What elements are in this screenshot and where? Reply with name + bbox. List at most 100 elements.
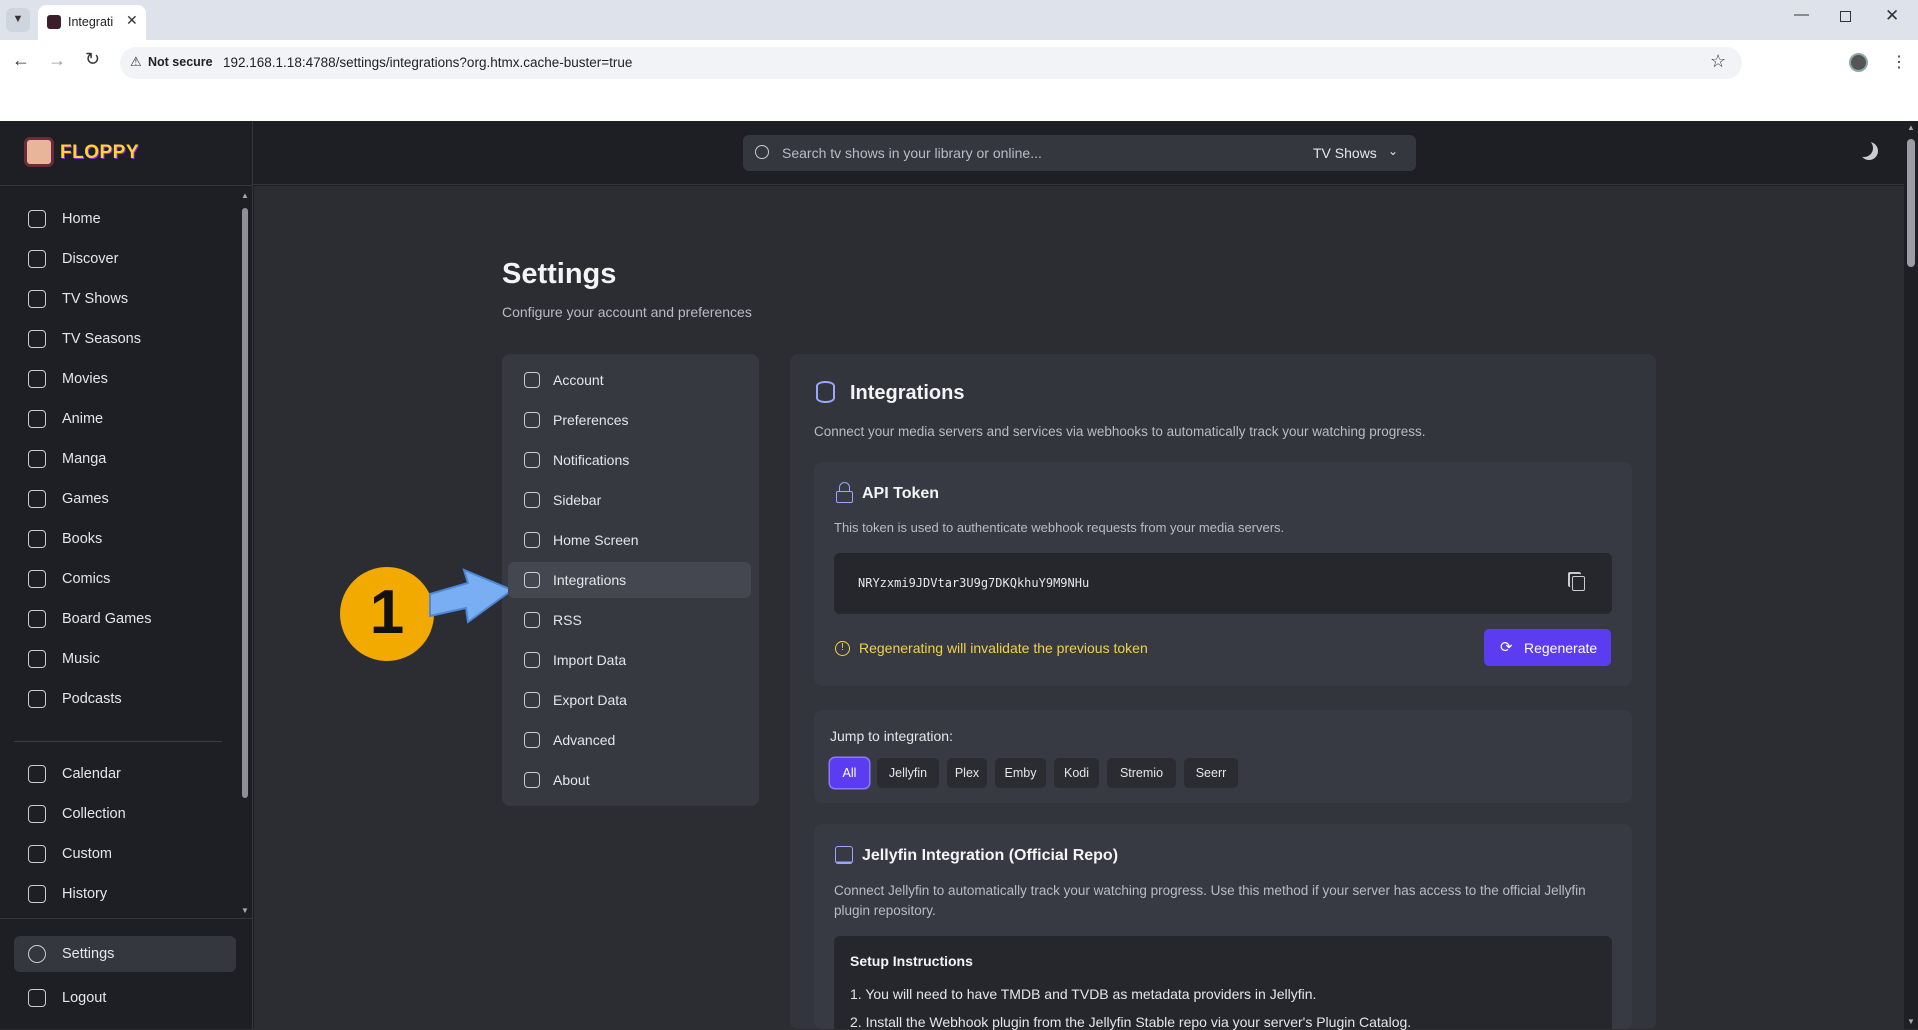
page-scrollbar[interactable]: ▲ ▼ [1904,121,1918,1029]
settings-nav-label: Account [553,372,604,388]
api-token-value[interactable]: NRYzxmi9JDVtar3U9g7DKQkhuY9M9NHu [858,576,1089,590]
tab-close-icon[interactable]: ✕ [126,12,138,29]
settings-nav-integrations[interactable]: Integrations [508,562,751,598]
sidebar-scrollbar[interactable]: ▲ ▼ [240,191,250,916]
search-input[interactable]: Search tv shows in your library or onlin… [782,145,1042,161]
settings-nav-rss[interactable]: RSS [508,602,751,638]
url-text[interactable]: 192.168.1.18:4788/settings/integrations?… [223,55,632,70]
setup-step-2: 2. Install the Webhook plugin from the J… [850,1014,1412,1030]
sidebar-item-label: Games [62,491,109,507]
history-icon [28,885,46,903]
scroll-thumb[interactable] [242,208,248,798]
sidebar-item-custom[interactable]: Custom [14,836,236,872]
close-window-button[interactable]: ✕ [1885,6,1899,26]
menu-kebab-icon[interactable]: ⋮ [1891,52,1907,72]
api-token-field[interactable]: NRYzxmi9JDVtar3U9g7DKQkhuY9M9NHu [834,553,1612,614]
reload-icon[interactable]: ↻ [85,49,100,70]
security-label[interactable]: Not secure [148,55,213,69]
sidebar-item-history[interactable]: History [14,876,236,912]
jump-chip-stremio[interactable]: Stremio [1107,758,1176,788]
settings-nav-import-data[interactable]: Import Data [508,642,751,678]
regenerate-warning: Regenerating will invalidate the previou… [859,640,1148,656]
settings-nav-account[interactable]: Account [508,362,751,398]
jump-chip-plex[interactable]: Plex [947,758,987,788]
settings-nav-export-data[interactable]: Export Data [508,682,751,718]
sidebar-item-label: Calendar [62,766,121,782]
sidebar-item-movies[interactable]: Movies [14,361,236,397]
music-icon [28,650,46,668]
sidebar-item-discover[interactable]: Discover [14,241,236,277]
settings-nav-advanced[interactable]: Advanced [508,722,751,758]
sidebar-item-label: Board Games [62,611,152,627]
settings-nav-home-screen[interactable]: Home Screen [508,522,751,558]
dark-mode-toggle-icon[interactable] [1860,142,1878,160]
sidebar-item-calendar[interactable]: Calendar [14,756,236,792]
warning-icon: ⚠ [130,54,142,69]
server-icon [835,846,853,864]
forward-icon[interactable]: → [48,50,66,71]
settings-nav-preferences[interactable]: Preferences [508,402,751,438]
tab-list-button[interactable]: ▼ [6,8,30,32]
sidebar-item-label: Podcasts [62,691,122,707]
search-bar[interactable]: Search tv shows in your library or onlin… [743,135,1416,171]
sidebar-item-board-games[interactable]: Board Games [14,601,236,637]
jump-chip-all[interactable]: All [830,758,869,788]
database-icon [524,572,540,588]
sidebar-item-podcasts[interactable]: Podcasts [14,681,236,717]
sidebar-item-logout[interactable]: Logout [14,980,236,1016]
back-icon[interactable]: ← [12,50,30,71]
home-icon [28,210,46,228]
sidebar-item-collection[interactable]: Collection [14,796,236,832]
minimize-button[interactable]: — [1794,6,1809,23]
scroll-up-arrow[interactable]: ▲ [1907,123,1915,132]
layers-icon [28,330,46,348]
address-bar[interactable]: ⚠ Not secure 192.168.1.18:4788/settings/… [120,47,1742,79]
jump-chip-seerr[interactable]: Seerr [1184,758,1238,788]
sliders-icon [524,412,540,428]
scroll-down-arrow[interactable]: ▼ [1907,1017,1915,1026]
settings-nav-notifications[interactable]: Notifications [508,442,751,478]
jump-chip-emby[interactable]: Emby [995,758,1046,788]
grid-icon [28,250,46,268]
settings-nav-label: RSS [553,612,582,628]
browser-tab[interactable]: Integrati ✕ [38,5,146,40]
sidebar-item-comics[interactable]: Comics [14,561,236,597]
search-scope-select[interactable]: TV Shows [1313,145,1377,161]
regenerate-button[interactable]: ⟳ Regenerate [1484,629,1611,666]
bookmark-star-icon[interactable]: ☆ [1710,51,1726,72]
settings-nav-about[interactable]: About [508,762,751,798]
plus-circle-icon [28,845,46,863]
film-icon [28,370,46,388]
step-number: 1 [369,578,405,647]
sidebar-item-tv-shows[interactable]: TV Shows [14,281,236,317]
sidebar-item-tv-seasons[interactable]: TV Seasons [14,321,236,357]
setup-title: Setup Instructions [850,953,973,969]
sidebar-item-anime[interactable]: Anime [14,401,236,437]
jump-chip-jellyfin[interactable]: Jellyfin [877,758,939,788]
jump-chip-kodi[interactable]: Kodi [1054,758,1099,788]
profile-avatar[interactable] [1849,53,1868,72]
sidebar-item-label: Custom [62,846,112,862]
restore-button[interactable] [1840,11,1851,22]
sidebar-item-label: Music [62,651,100,667]
sidebar-item-manga[interactable]: Manga [14,441,236,477]
scroll-down-arrow[interactable]: ▼ [241,906,249,915]
sidebar-item-games[interactable]: Games [14,481,236,517]
file-upload-icon [524,652,540,668]
sidebar-item-settings[interactable]: Settings [14,936,236,972]
library-icon [28,570,46,588]
settings-nav-sidebar[interactable]: Sidebar [508,482,751,518]
jellyfin-description: Connect Jellyfin to automatically track … [834,883,1586,918]
app-logo[interactable]: FLOPPY [24,137,144,167]
search-icon [755,145,769,159]
sidebar-item-books[interactable]: Books [14,521,236,557]
sidebar-item-music[interactable]: Music [14,641,236,677]
sidebar-item-home[interactable]: Home [14,201,236,237]
setup-step-1: 1. You will need to have TMDB and TVDB a… [850,986,1317,1002]
sidebar-item-label: Manga [62,451,107,467]
copy-icon[interactable] [1572,576,1585,591]
scroll-up-arrow[interactable]: ▲ [241,191,249,200]
sidebar-icon [524,492,540,508]
regenerate-label: Regenerate [1524,640,1598,656]
scroll-thumb[interactable] [1907,139,1915,267]
